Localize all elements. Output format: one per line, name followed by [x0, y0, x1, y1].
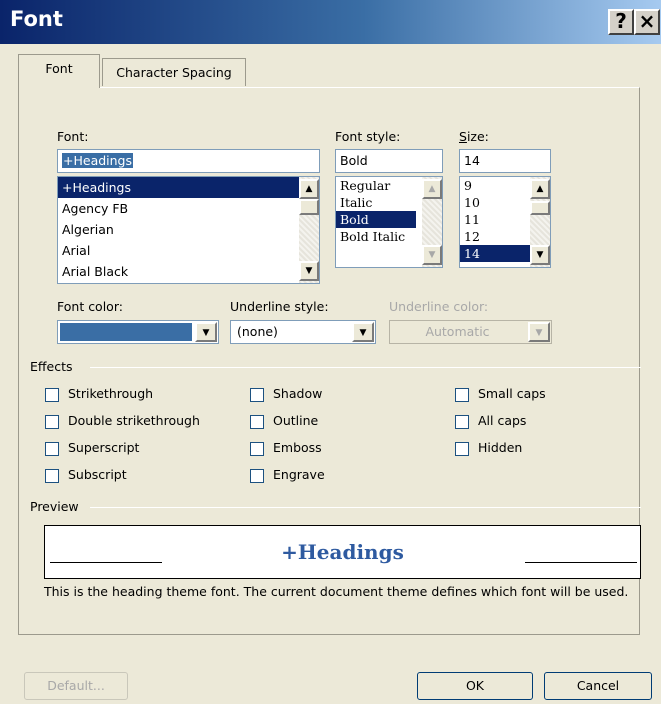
underline-style-dropdown[interactable]: (none) ▼ [230, 320, 376, 344]
size-list[interactable]: 9 10 11 12 14 ▲ ▼ [459, 176, 551, 268]
font-input-value: +Headings [62, 153, 134, 168]
font-style-label: Font style: [335, 129, 401, 144]
scroll-down-button[interactable]: ▼ [530, 245, 550, 265]
preview-description: This is the heading theme font. The curr… [44, 584, 629, 599]
double-strikethrough-label: Double strikethrough [68, 413, 200, 428]
shadow-checkbox[interactable] [250, 388, 264, 402]
hidden-label: Hidden [478, 440, 523, 455]
scroll-thumb[interactable] [299, 199, 319, 215]
font-list-item[interactable]: Arial [58, 240, 319, 261]
font-input[interactable]: +Headings [57, 149, 320, 173]
preview-divider [90, 507, 641, 508]
underline-color-label: Underline color: [389, 299, 489, 314]
scroll-up-button[interactable]: ▲ [299, 179, 319, 199]
tab-font-label: Font [45, 61, 73, 76]
chevron-down-icon: ▼ [528, 322, 550, 342]
preview-sample: +Headings [281, 540, 404, 564]
font-color-label: Font color: [57, 299, 123, 314]
hidden-checkbox[interactable] [455, 442, 469, 456]
font-list[interactable]: +Headings Agency FB Algerian Arial Arial… [57, 176, 320, 284]
cancel-button[interactable]: Cancel [544, 672, 652, 700]
effects-title: Effects [30, 359, 79, 374]
strikethrough-label: Strikethrough [68, 386, 154, 401]
engrave-checkbox[interactable] [250, 469, 264, 483]
preview-box: +Headings [44, 525, 641, 579]
underline-color-dropdown: Automatic ▼ [389, 320, 552, 344]
underline-style-label: Underline style: [230, 299, 329, 314]
font-style-item[interactable]: Bold [336, 211, 416, 228]
font-style-scrollbar: ▲ ▼ [422, 177, 442, 267]
all-caps-label: All caps [478, 413, 527, 428]
emboss-checkbox[interactable] [250, 442, 264, 456]
font-list-item[interactable]: Algerian [58, 219, 319, 240]
tab-character-spacing-label: Character Spacing [116, 65, 232, 80]
font-list-item[interactable]: Arial Black [58, 261, 319, 282]
window-title: Font [10, 7, 63, 31]
close-button[interactable]: × [634, 9, 660, 35]
default-button: Default... [24, 672, 128, 700]
font-label: Font: [57, 129, 89, 144]
superscript-checkbox[interactable] [45, 442, 59, 456]
close-icon: × [638, 9, 656, 33]
double-strikethrough-checkbox[interactable] [45, 415, 59, 429]
small-caps-checkbox[interactable] [455, 388, 469, 402]
scroll-thumb[interactable] [530, 201, 550, 215]
font-style-list[interactable]: Regular Italic Bold Bold Italic ▲ ▼ [335, 176, 443, 268]
preview-baseline-right [525, 562, 637, 563]
help-button[interactable]: ? [608, 9, 634, 35]
font-style-input[interactable]: Bold [335, 149, 443, 173]
font-color-swatch [60, 323, 192, 341]
outline-checkbox[interactable] [250, 415, 264, 429]
all-caps-checkbox[interactable] [455, 415, 469, 429]
shadow-label: Shadow [273, 386, 323, 401]
size-label: Size: [459, 129, 489, 144]
size-scrollbar[interactable]: ▲ ▼ [530, 177, 550, 267]
tab-character-spacing[interactable]: Character Spacing [102, 58, 246, 86]
scroll-up-button: ▲ [422, 179, 442, 199]
font-color-dropdown[interactable]: ▼ [57, 320, 219, 344]
size-input[interactable]: 14 [459, 149, 551, 173]
superscript-label: Superscript [68, 440, 140, 455]
ok-button[interactable]: OK [417, 672, 533, 700]
tab-font[interactable]: Font [18, 54, 100, 88]
underline-style-value: (none) [237, 324, 278, 339]
chevron-down-icon[interactable]: ▼ [352, 322, 374, 342]
help-icon: ? [615, 9, 627, 33]
subscript-label: Subscript [68, 467, 127, 482]
scroll-down-button[interactable]: ▼ [299, 261, 319, 281]
strikethrough-checkbox[interactable] [45, 388, 59, 402]
scroll-up-button[interactable]: ▲ [530, 179, 550, 199]
subscript-checkbox[interactable] [45, 469, 59, 483]
preview-title: Preview [30, 499, 85, 514]
title-bar [0, 0, 661, 44]
font-list-item[interactable]: +Headings [58, 177, 319, 198]
outline-label: Outline [273, 413, 319, 428]
effects-divider [90, 367, 641, 368]
chevron-down-icon[interactable]: ▼ [195, 322, 217, 342]
scroll-down-button: ▼ [422, 245, 442, 265]
engrave-label: Engrave [273, 467, 325, 482]
emboss-label: Emboss [273, 440, 322, 455]
small-caps-label: Small caps [478, 386, 546, 401]
font-list-item[interactable]: Agency FB [58, 198, 319, 219]
font-list-scrollbar[interactable]: ▲ ▼ [299, 177, 319, 283]
underline-color-value: Automatic [425, 324, 490, 339]
